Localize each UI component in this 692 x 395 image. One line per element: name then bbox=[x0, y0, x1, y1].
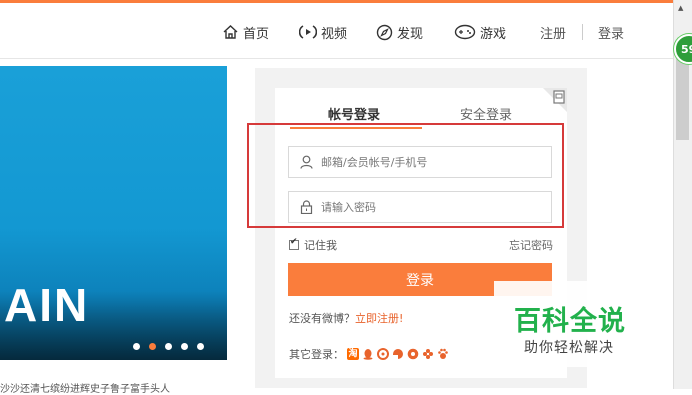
carousel-dot[interactable] bbox=[133, 343, 140, 350]
renren-icon[interactable] bbox=[422, 348, 434, 360]
scroll-up-arrow-icon[interactable]: ▲ bbox=[678, 4, 683, 12]
360-icon[interactable] bbox=[377, 348, 389, 360]
nav-divider bbox=[582, 24, 583, 40]
carousel-dot[interactable] bbox=[181, 343, 188, 350]
nav-video[interactable]: 视频 bbox=[299, 21, 347, 43]
remember-me-checkbox[interactable] bbox=[289, 237, 299, 250]
watermark-subtitle: 助你轻松解决 bbox=[524, 340, 614, 356]
register-now-link[interactable]: 立即注册! bbox=[355, 312, 403, 325]
remember-me[interactable]: 记住我 bbox=[289, 237, 337, 253]
register-prompt: 还没有微博？立即注册! bbox=[289, 310, 403, 326]
watermark-logo: 百科全说 助你轻松解决 bbox=[494, 281, 672, 367]
carousel-dot-active[interactable] bbox=[149, 343, 156, 350]
compass-icon bbox=[376, 24, 393, 40]
no-account-text: 还没有微博？ bbox=[289, 312, 355, 325]
highlight-box bbox=[247, 123, 564, 228]
nav-video-label: 视频 bbox=[321, 26, 348, 42]
taobao-icon[interactable]: 淘 bbox=[347, 348, 359, 360]
nav-discover[interactable]: 发现 bbox=[376, 21, 423, 43]
carousel-dot[interactable] bbox=[165, 343, 172, 350]
nav-games[interactable]: 游戏 bbox=[454, 21, 506, 43]
gamepad-icon bbox=[454, 24, 476, 40]
other-login-label: 其它登录： bbox=[289, 348, 344, 361]
tab-account-login[interactable]: 帐号登录 bbox=[328, 104, 380, 123]
nav-games-label: 游戏 bbox=[480, 26, 507, 42]
tab-safe-login[interactable]: 安全登录 bbox=[460, 104, 512, 123]
other-login-row: 其它登录： 淘 bbox=[289, 346, 449, 362]
carousel-dots bbox=[133, 343, 204, 350]
watermark-title: 百科全说 bbox=[514, 306, 626, 337]
nav-home[interactable]: 首页 bbox=[222, 21, 269, 43]
qrcode-corner-icon[interactable] bbox=[543, 88, 567, 112]
carousel-dot[interactable] bbox=[197, 343, 204, 350]
qq-icon[interactable] bbox=[362, 348, 374, 360]
scrollbar-thumb[interactable] bbox=[676, 58, 689, 140]
nav-register[interactable]: 注册 bbox=[540, 21, 566, 43]
article-snippet[interactable]: 沙沙还清七缤纷进辉史子鲁子富手头人 bbox=[0, 380, 170, 395]
forgot-password-link[interactable]: 忘记密码 bbox=[509, 237, 553, 253]
baidu-icon[interactable] bbox=[392, 348, 404, 360]
paw-icon[interactable] bbox=[437, 348, 449, 360]
home-icon bbox=[223, 25, 238, 39]
nav-discover-label: 发现 bbox=[397, 26, 424, 42]
video-icon bbox=[299, 25, 317, 39]
nav-home-label: 首页 bbox=[243, 26, 270, 42]
banner-text: AIN bbox=[4, 279, 90, 331]
nav-login[interactable]: 登录 bbox=[598, 21, 624, 43]
tianyi-icon[interactable] bbox=[407, 348, 419, 360]
header: 首页 视频 发现 游戏 注册 登录 bbox=[0, 3, 673, 59]
remember-me-label: 记住我 bbox=[304, 239, 337, 252]
banner-carousel[interactable]: AIN bbox=[0, 66, 227, 360]
